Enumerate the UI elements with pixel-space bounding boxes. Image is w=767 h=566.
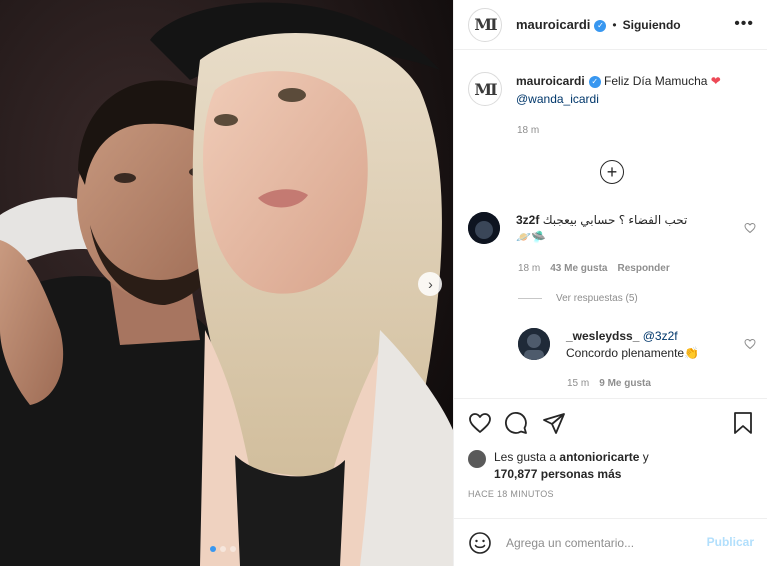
avatar[interactable] [468, 450, 486, 468]
comment-likes[interactable]: 43 Me gusta [550, 263, 607, 274]
comment-icon[interactable] [504, 411, 528, 435]
reply-emoji: 👏 [684, 346, 700, 360]
likes-connector: y [642, 450, 649, 464]
avatar-logo: MI [474, 15, 497, 34]
action-bar [454, 398, 767, 446]
heart-outline-icon[interactable] [744, 338, 756, 350]
carousel-dot [230, 546, 236, 552]
reply-likes[interactable]: 9 Me gusta [599, 378, 651, 389]
comment-input[interactable] [506, 535, 706, 550]
share-icon[interactable] [542, 411, 566, 435]
likes-summary: Les gusta a antonioricarte y 170,877 per… [468, 449, 649, 483]
avatar[interactable]: MI [468, 7, 502, 42]
likes-prefix: Les gusta a [494, 450, 557, 464]
chevron-right-icon: › [428, 276, 433, 292]
likes-text: Les gusta a antonioricarte y 170,877 per… [494, 449, 649, 483]
post-photo[interactable]: › [0, 0, 453, 566]
publish-button[interactable]: Publicar [707, 535, 754, 549]
comment-item: 3z2f تحب الفضاء ؟ حسابي بيعجبك 🪐🛸 [468, 212, 736, 246]
view-replies-button[interactable]: Ver respuestas (5) [518, 293, 638, 304]
photo-image [0, 0, 453, 566]
reply-mention[interactable]: @3z2f [643, 329, 678, 343]
comment-time[interactable]: 18 m [518, 263, 540, 274]
caption-time[interactable]: 18 m [517, 125, 539, 136]
comment-text: تحب الفضاء ؟ حسابي بيعجبك [542, 213, 688, 227]
plus-circle-icon[interactable]: + [600, 160, 624, 184]
reply-body: _wesleydss_ @3z2f Concordo plenamente👏 [566, 328, 736, 362]
avatar[interactable] [468, 212, 500, 244]
carousel-next-button[interactable]: › [418, 272, 442, 296]
reply-button[interactable]: Responder [617, 263, 669, 274]
more-icon[interactable]: ••• [734, 15, 754, 33]
caption-text: mauroicardi ✓ Feliz Día Mamucha ❤ @wanda_… [516, 72, 721, 108]
likes-user[interactable]: antonioricarte [559, 450, 639, 464]
instagram-post: › MI mauroicardi ✓ • Siguiendo ••• MI ma… [0, 0, 767, 566]
reply-text: Concordo plenamente [566, 346, 685, 360]
replies-line [518, 298, 542, 299]
header-username[interactable]: mauroicardi ✓ [516, 17, 607, 32]
post-header: MI mauroicardi ✓ • Siguiendo ••• [454, 0, 767, 50]
add-comment-bar: Publicar [454, 518, 767, 566]
reply-meta: 15 m 9 Me gusta [567, 378, 651, 389]
heart-outline-icon[interactable] [468, 411, 492, 435]
caption-mention[interactable]: @wanda_icardi [516, 92, 599, 106]
comment-emoji: 🪐🛸 [516, 230, 546, 244]
comment-username[interactable]: 3z2f [516, 213, 539, 227]
separator: • [612, 17, 617, 32]
heart-outline-icon[interactable] [744, 222, 756, 234]
comment-meta: 18 m 43 Me gusta Responder [518, 263, 670, 274]
carousel-dot [220, 546, 226, 552]
caption-username[interactable]: mauroicardi [516, 74, 585, 88]
verified-icon: ✓ [594, 20, 607, 32]
avatar[interactable]: MI [468, 72, 502, 106]
avatar-image [518, 328, 550, 360]
likes-suffix[interactable]: personas más [541, 467, 622, 481]
reply-time[interactable]: 15 m [567, 378, 589, 389]
comment-body: 3z2f تحب الفضاء ؟ حسابي بيعجبك 🪐🛸 [516, 212, 736, 246]
reply-item: _wesleydss_ @3z2f Concordo plenamente👏 [518, 328, 736, 362]
carousel-indicator [210, 546, 236, 552]
reply-username[interactable]: _wesleydss_ [566, 329, 639, 343]
avatar[interactable] [518, 328, 550, 360]
post-side-panel: MI mauroicardi ✓ • Siguiendo ••• MI mauro… [453, 0, 767, 566]
bookmark-icon[interactable] [732, 411, 754, 435]
avatar-image [468, 212, 500, 244]
post-timestamp[interactable]: HACE 18 MINUTOS [468, 489, 554, 499]
carousel-dot [210, 546, 216, 552]
avatar-logo: MI [474, 79, 497, 99]
caption-body: Feliz Día Mamucha [604, 74, 708, 88]
emoji-icon[interactable] [468, 531, 492, 555]
view-replies-label: Ver respuestas (5) [556, 293, 638, 304]
verified-icon: ✓ [588, 76, 601, 88]
following-button[interactable]: Siguiendo [623, 18, 681, 32]
post-caption: MI mauroicardi ✓ Feliz Día Mamucha ❤ @wan… [468, 72, 758, 108]
heart-emoji: ❤ [710, 74, 721, 88]
username-text[interactable]: mauroicardi [516, 17, 590, 32]
likes-count[interactable]: 170,877 [494, 467, 537, 481]
